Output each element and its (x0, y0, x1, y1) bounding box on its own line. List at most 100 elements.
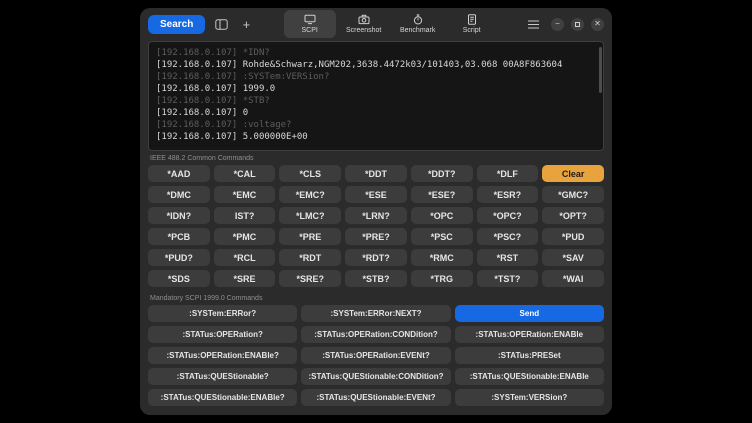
scpi-command-button[interactable]: :STATus:OPERation? (148, 326, 297, 343)
scpi-command-button[interactable]: :STATus:QUEStionable:ENABle? (148, 389, 297, 406)
common-command-button[interactable]: *DDT (345, 165, 407, 182)
minimize-button[interactable]: − (551, 18, 564, 31)
common-command-button[interactable]: *SAV (542, 249, 604, 266)
scpi-command-button[interactable]: :STATus:QUEStionable? (148, 368, 297, 385)
common-command-button[interactable]: *SDS (148, 270, 210, 287)
common-command-button[interactable]: *ESE? (411, 186, 473, 203)
tab-bar: SCPI Screenshot (284, 10, 498, 38)
menu-button[interactable] (526, 15, 544, 33)
maximize-icon (575, 22, 580, 27)
app-window: Search + SCPI (140, 8, 612, 415)
common-command-button[interactable]: *GMC? (542, 186, 604, 203)
common-command-button[interactable]: *OPC (411, 207, 473, 224)
title-bar: Search + SCPI (140, 8, 612, 40)
tab-benchmark[interactable]: Benchmark (392, 10, 444, 38)
hamburger-menu-icon (528, 24, 539, 25)
common-command-button[interactable]: *IDN? (148, 207, 210, 224)
maximize-button[interactable] (571, 18, 584, 31)
close-icon: ✕ (594, 20, 601, 28)
common-command-button[interactable]: *DMC (148, 186, 210, 203)
common-command-button[interactable]: *SRE (214, 270, 276, 287)
common-command-button[interactable]: *CAL (214, 165, 276, 182)
common-command-button[interactable]: *WAI (542, 270, 604, 287)
minimize-icon: − (555, 20, 560, 28)
scpi-commands-section-label: Mandatory SCPI 1999.0 Commands (150, 295, 612, 302)
tab-label: Screenshot (346, 27, 381, 34)
common-command-button[interactable]: *AAD (148, 165, 210, 182)
scpi-command-button[interactable]: :SYSTem:VERSion? (455, 389, 604, 406)
terminal-line: [192.168.0.107] *STB? (156, 95, 596, 107)
common-command-button[interactable]: *CLS (279, 165, 341, 182)
script-document-icon (466, 14, 478, 25)
tab-label: Benchmark (400, 27, 435, 34)
common-command-button[interactable]: *TRG (411, 270, 473, 287)
common-command-button[interactable]: *PRE? (345, 228, 407, 245)
terminal-line: [192.168.0.107] :voltage? (156, 119, 596, 131)
sidebar-icon (215, 19, 228, 30)
terminal-line: [192.168.0.107] :SYSTem:VERSion? (156, 71, 596, 83)
close-button[interactable]: ✕ (591, 18, 604, 31)
terminal-line: [192.168.0.107] *IDN? (156, 47, 596, 59)
common-command-button[interactable]: *DDT? (411, 165, 473, 182)
common-command-button[interactable]: *PSC (411, 228, 473, 245)
common-command-button[interactable]: *STB? (345, 270, 407, 287)
common-command-button[interactable]: *TST? (477, 270, 539, 287)
common-command-button[interactable]: *LRN? (345, 207, 407, 224)
clear-button[interactable]: Clear (542, 165, 604, 182)
scpi-command-button[interactable]: :SYSTem:ERRor:NEXT? (301, 305, 450, 322)
common-command-button[interactable]: *PRE (279, 228, 341, 245)
scpi-command-button[interactable]: :STATus:OPERation:EVENt? (301, 347, 450, 364)
common-command-button[interactable]: *EMC (214, 186, 276, 203)
plus-icon: + (243, 18, 251, 31)
tab-label: SCPI (302, 27, 318, 34)
terminal-line: [192.168.0.107] Rohde&Schwarz,NGM202,363… (156, 59, 596, 71)
common-command-button[interactable]: *PUD? (148, 249, 210, 266)
common-command-button[interactable]: *ESR? (477, 186, 539, 203)
tab-script[interactable]: Script (446, 10, 498, 38)
sidebar-toggle-button[interactable] (212, 15, 230, 33)
common-command-button[interactable]: *PCB (148, 228, 210, 245)
common-command-button[interactable]: *OPT? (542, 207, 604, 224)
terminal-scrollbar[interactable] (599, 47, 602, 93)
terminal-line: [192.168.0.107] 5.000000E+00 (156, 131, 596, 143)
send-button[interactable]: Send (455, 305, 604, 322)
common-command-button[interactable]: IST? (214, 207, 276, 224)
tab-screenshot[interactable]: Screenshot (338, 10, 390, 38)
common-command-button[interactable]: *DLF (477, 165, 539, 182)
common-command-button[interactable]: *PUD (542, 228, 604, 245)
scpi-command-button[interactable]: :SYSTem:ERRor? (148, 305, 297, 322)
common-command-button[interactable]: *RDT (279, 249, 341, 266)
common-command-button[interactable]: *ESE (345, 186, 407, 203)
new-tab-button[interactable]: + (237, 15, 255, 33)
common-command-button[interactable]: *RMC (411, 249, 473, 266)
scpi-command-button[interactable]: :STATus:PRESet (455, 347, 604, 364)
scpi-command-button[interactable]: :STATus:QUEStionable:EVENt? (301, 389, 450, 406)
scpi-display-icon (304, 14, 316, 25)
common-command-button[interactable]: *OPC? (477, 207, 539, 224)
terminal-output[interactable]: [192.168.0.107] *IDN?[192.168.0.107] Roh… (148, 41, 604, 151)
scpi-command-button[interactable]: :STATus:OPERation:ENABle? (148, 347, 297, 364)
camera-icon (358, 14, 370, 25)
scpi-command-button[interactable]: :STATus:QUEStionable:ENABle (455, 368, 604, 385)
common-command-button[interactable]: *RCL (214, 249, 276, 266)
common-command-button[interactable]: *LMC? (279, 207, 341, 224)
terminal-line: [192.168.0.107] 0 (156, 107, 596, 119)
common-command-button[interactable]: *RST (477, 249, 539, 266)
stopwatch-icon (412, 14, 424, 25)
common-command-button[interactable]: *PSC? (477, 228, 539, 245)
window-controls: − ✕ (526, 15, 604, 33)
terminal-line: [192.168.0.107] 1999.0 (156, 83, 596, 95)
scpi-command-button[interactable]: :STATus:QUEStionable:CONDition? (301, 368, 450, 385)
common-command-button[interactable]: *EMC? (279, 186, 341, 203)
common-commands-section-label: IEEE 488.2 Common Commands (150, 155, 612, 162)
common-command-button[interactable]: *RDT? (345, 249, 407, 266)
common-command-button[interactable]: *PMC (214, 228, 276, 245)
common-commands-grid: *AAD*CAL*CLS*DDT*DDT?*DLFClear*DMC*EMC*E… (140, 163, 612, 291)
search-button[interactable]: Search (148, 15, 205, 34)
scpi-command-button[interactable]: :STATus:OPERation:CONDition? (301, 326, 450, 343)
tab-scpi[interactable]: SCPI (284, 10, 336, 38)
common-command-button[interactable]: *SRE? (279, 270, 341, 287)
scpi-commands-grid: :SYSTem:ERRor?:SYSTem:ERRor:NEXT? Send :ST… (140, 303, 612, 410)
scpi-command-button[interactable]: :STATus:OPERation:ENABle (455, 326, 604, 343)
tab-label: Script (463, 27, 481, 34)
